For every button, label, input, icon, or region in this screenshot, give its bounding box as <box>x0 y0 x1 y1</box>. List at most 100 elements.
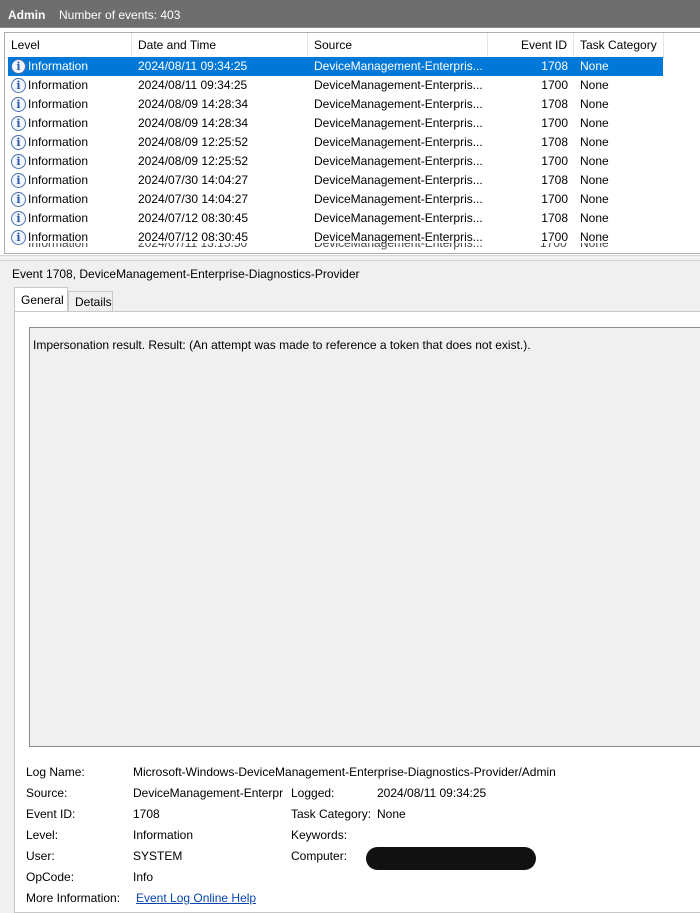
event-message: Impersonation result. Result: (An attemp… <box>33 338 531 352</box>
event-count: Number of events: 403 <box>59 8 181 22</box>
label-source: Source: <box>26 786 68 800</box>
event-message-box[interactable]: Impersonation result. Result: (An attemp… <box>29 327 700 747</box>
label-logged: Logged: <box>291 786 335 800</box>
cell-level: Information <box>28 154 89 168</box>
cell-event-id: 1708 <box>541 135 568 149</box>
cell-event-id: 1700 <box>541 116 568 130</box>
value-user: SYSTEM <box>133 849 183 863</box>
value-logged: 2024/08/11 09:34:25 <box>377 786 487 800</box>
information-icon: i <box>11 154 26 169</box>
cell-source: DeviceManagement-Enterpris... <box>314 116 483 130</box>
general-panel: Impersonation result. Result: (An attemp… <box>14 311 700 913</box>
cell-event-id: 1700 <box>541 154 568 168</box>
column-event-id[interactable]: Event ID <box>488 33 574 57</box>
cell-task-category: None <box>580 173 609 187</box>
cell-task-category: None <box>580 59 609 73</box>
column-task-category[interactable]: Task Category <box>574 33 664 57</box>
cell-task-category: None <box>580 192 609 206</box>
cell-task-category: None <box>580 211 609 225</box>
cell-date-time: 2024/08/09 14:28:34 <box>138 116 249 130</box>
cell-source: DeviceManagement-Enterpris... <box>314 173 483 187</box>
cell-task-category: None <box>580 78 609 92</box>
cell-source: DeviceManagement-Enterpris... <box>314 135 483 149</box>
information-icon: i <box>11 211 26 226</box>
tab-general[interactable]: General <box>14 287 68 311</box>
label-user: User: <box>26 849 55 863</box>
cell-level: Information <box>28 211 89 225</box>
cell-event-id: 1700 <box>541 192 568 206</box>
table-row[interactable]: i Information 2024/07/30 14:04:27 DeviceMan… <box>5 190 700 209</box>
cell-source: DeviceManagement-Enterpris... <box>314 59 483 73</box>
column-date-time[interactable]: Date and Time <box>132 33 308 57</box>
table-row[interactable]: i Information 2024/08/09 14:28:34 DeviceMan… <box>5 114 700 133</box>
cell-date-time: 2024/08/09 14:28:34 <box>138 97 249 111</box>
table-row[interactable]: i Information 2024/08/11 09:34:25 DeviceMan… <box>5 76 700 95</box>
table-row[interactable]: i Information 2024/08/11 09:34:25 DeviceMan… <box>5 57 700 76</box>
label-task-category: Task Category: <box>291 807 372 821</box>
information-icon: i <box>11 59 26 74</box>
cell-level: Information <box>28 59 89 73</box>
cell-date-time: 2024/08/09 12:25:52 <box>138 135 249 149</box>
cell-level: Information <box>28 192 89 206</box>
value-level: Information <box>133 828 194 842</box>
information-icon: i <box>11 135 26 150</box>
cell-source: DeviceManagement-Enterpris... <box>314 97 483 111</box>
event-log-online-help-link[interactable]: Event Log Online Help <box>136 891 256 905</box>
cell-source: DeviceManagement-Enterpris... <box>314 78 483 92</box>
label-opcode: OpCode: <box>26 870 75 884</box>
event-rows: i Information 2024/08/11 09:34:25 DeviceMan… <box>5 57 700 247</box>
label-computer: Computer: <box>291 849 348 863</box>
label-keywords: Keywords: <box>291 828 348 842</box>
column-header: Level Date and Time Source Event ID Task… <box>5 33 665 58</box>
table-row[interactable]: i Information 2024/08/09 12:25:52 DeviceMan… <box>5 133 700 152</box>
cell-date-time: 2024/07/30 14:04:27 <box>138 173 249 187</box>
table-row[interactable]: i Information 2024/08/09 14:28:34 DeviceMan… <box>5 95 700 114</box>
table-row[interactable]: i Information 2024/07/12 08:30:45 DeviceMan… <box>5 209 700 228</box>
cell-event-id: 1708 <box>541 97 568 111</box>
value-source: DeviceManagement-Enterpr <box>133 786 284 800</box>
cell-source: DeviceManagement-Enterpris... <box>314 192 483 206</box>
cell-date-time: 2024/08/11 09:34:25 <box>138 78 248 92</box>
cell-task-category: None <box>580 116 609 130</box>
value-log-name: Microsoft-Windows-DeviceManagement-Enter… <box>133 765 556 779</box>
label-more-information: More Information: <box>26 891 121 905</box>
cell-source: DeviceManagement-Enterpris... <box>314 211 483 225</box>
cell-level: Information <box>28 116 89 130</box>
label-level: Level: <box>26 828 59 842</box>
column-source[interactable]: Source <box>308 33 488 57</box>
cell-event-id: 1708 <box>541 59 568 73</box>
events-list[interactable]: Level Date and Time Source Event ID Task… <box>4 32 700 254</box>
cell-source: DeviceManagement-Enterpris... <box>314 154 483 168</box>
value-event-id: 1708 <box>133 807 160 821</box>
cell-date-time: 2024/08/09 12:25:52 <box>138 154 249 168</box>
table-row[interactable]: i Information 2024/07/30 14:04:27 DeviceMan… <box>5 171 700 190</box>
cell-level: Information <box>28 97 89 111</box>
cell-task-category: None <box>580 154 609 168</box>
event-detail-title: Event 1708, DeviceManagement-Enterprise-… <box>12 267 360 281</box>
cell-event-id: 1708 <box>541 173 568 187</box>
table-row[interactable]: i Information 2024/08/09 12:25:52 DeviceMan… <box>5 152 700 171</box>
label-log-name: Log Name: <box>26 765 85 779</box>
cell-date-time: 2024/07/30 14:04:27 <box>138 192 249 206</box>
log-title-bar: Admin Number of events: 403 <box>0 0 700 28</box>
redacted-computer-name <box>366 847 536 870</box>
cell-event-id: 1708 <box>541 211 568 225</box>
cell-date-time: 2024/08/11 09:34:25 <box>138 59 248 73</box>
information-icon: i <box>11 173 26 188</box>
information-icon: i <box>11 116 26 131</box>
information-icon: i <box>11 192 26 207</box>
cell-level: Information <box>28 78 89 92</box>
partial-row: Information 2024/07/11 13:15:50 DeviceMana… <box>28 243 609 250</box>
log-name: Admin <box>8 8 46 22</box>
column-level[interactable]: Level <box>5 33 132 57</box>
cell-event-id: 1700 <box>541 78 568 92</box>
event-detail-pane: Event 1708, DeviceManagement-Enterprise-… <box>0 261 700 913</box>
cell-date-time: 2024/07/12 08:30:45 <box>138 211 249 225</box>
value-task-category: None <box>377 807 406 821</box>
label-event-id: Event ID: <box>26 807 76 821</box>
information-icon: i <box>11 97 26 112</box>
tab-details[interactable]: Details <box>68 291 113 311</box>
cell-level: Information <box>28 135 89 149</box>
cell-task-category: None <box>580 135 609 149</box>
cell-task-category: None <box>580 97 609 111</box>
